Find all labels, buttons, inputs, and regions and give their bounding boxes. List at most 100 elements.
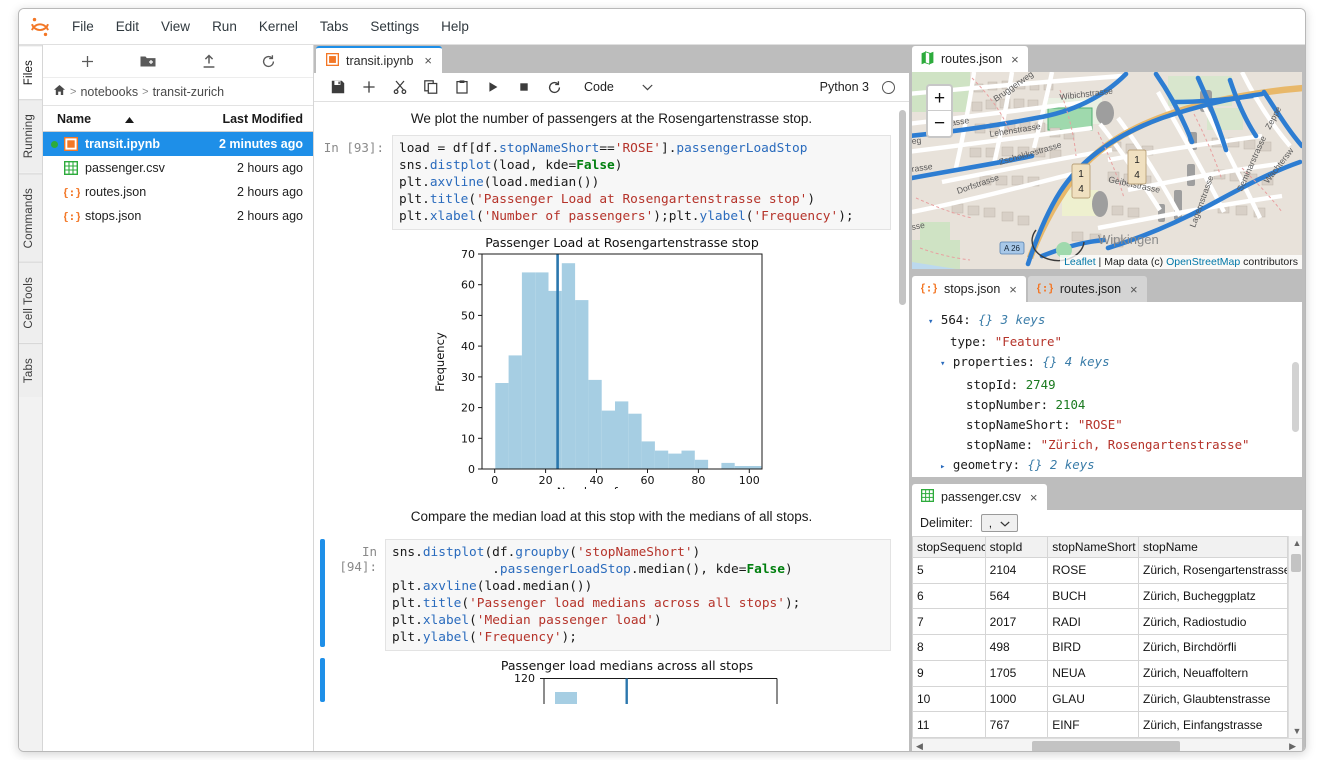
menu-kernel[interactable]: Kernel — [248, 15, 309, 38]
map-attribution: Leaflet | Map data (c) OpenStreetMap con… — [1060, 255, 1302, 269]
file-row-stops-json[interactable]: {:} stops.json 2 hours ago — [43, 204, 313, 228]
notebook-scroll-area[interactable]: We plot the number of passengers at the … — [314, 102, 909, 752]
tab-transit-ipynb[interactable]: transit.ipynb × — [316, 46, 442, 73]
tab-stops-json[interactable]: {:} stops.json × — [912, 276, 1026, 302]
csv-col-stopsequence[interactable]: stopSequence — [913, 537, 986, 558]
sort-ascending-icon[interactable] — [125, 112, 134, 126]
breadcrumb-notebooks[interactable]: notebooks — [80, 85, 138, 99]
breadcrumb[interactable]: > notebooks > transit-zurich — [43, 78, 313, 106]
csv-col-stopid[interactable]: stopId — [985, 537, 1048, 558]
code-cell-94[interactable]: In [94]: sns.distplot(df.groupby('stopNa… — [314, 539, 909, 651]
json-row[interactable]: stopName: "Zürich, Rosengartenstrasse" — [922, 435, 1292, 455]
csv-vertical-scrollbar[interactable]: ▲ ▼ — [1288, 536, 1302, 738]
leaflet-map[interactable]: Wibichstrasse Bruggerweg Lehenstrasse Zs… — [912, 72, 1302, 269]
insert-cell-icon[interactable] — [353, 73, 384, 102]
json-tree-view[interactable]: ▾ 564: {} 3 keys type: "Feature" ▾ prope… — [912, 302, 1302, 477]
close-icon[interactable]: × — [1009, 282, 1017, 297]
expand-arrow-icon[interactable]: ▾ — [928, 317, 933, 327]
delimiter-select[interactable]: , — [981, 514, 1018, 532]
cell-type-select[interactable]: Code — [584, 80, 653, 94]
tab-routes-json[interactable]: {:} routes.json × — [1028, 276, 1147, 302]
osm-link[interactable]: OpenStreetMap — [1166, 256, 1240, 268]
scroll-down-icon[interactable]: ▼ — [1292, 726, 1301, 736]
json-row[interactable]: type: "Feature" — [922, 332, 1292, 352]
save-icon[interactable] — [322, 73, 353, 102]
scroll-right-icon[interactable]: ▶ — [1289, 741, 1296, 752]
sidebar-item-tabs[interactable]: Tabs — [19, 343, 42, 397]
file-row-transit-ipynb[interactable]: transit.ipynb 2 minutes ago — [43, 132, 313, 156]
csv-vscroll-thumb[interactable] — [1291, 554, 1301, 572]
scroll-up-icon[interactable]: ▲ — [1292, 538, 1301, 548]
kernel-name[interactable]: Python 3 — [820, 80, 869, 94]
upload-icon[interactable] — [202, 54, 216, 69]
table-row[interactable]: 7 2017 RADI Zürich, Radiostudio — [913, 609, 1288, 635]
menu-help[interactable]: Help — [430, 15, 480, 38]
code-cell-93[interactable]: In [93]: load = df[df.stopNameShort=='RO… — [314, 135, 909, 230]
close-icon[interactable]: × — [1030, 490, 1038, 505]
json-scrollbar[interactable] — [1292, 362, 1299, 432]
csv-hscroll-thumb[interactable] — [1032, 741, 1180, 752]
home-icon[interactable] — [53, 84, 66, 99]
markdown-cell-2[interactable]: Compare the median load at this stop wit… — [314, 495, 909, 533]
table-row[interactable]: 5 2104 ROSE Zürich, Rosengartenstrasse — [913, 558, 1288, 584]
expand-arrow-icon[interactable]: ▾ — [940, 359, 945, 369]
sidebar-item-running[interactable]: Running — [19, 99, 42, 172]
map-zoom-control[interactable]: + − — [926, 84, 953, 138]
csv-col-stopnameshort[interactable]: stopNameShort — [1048, 537, 1139, 558]
menu-settings[interactable]: Settings — [359, 15, 430, 38]
code-editor[interactable]: load = df[df.stopNameShort=='ROSE'].pass… — [392, 135, 891, 230]
menu-edit[interactable]: Edit — [105, 15, 150, 38]
json-row[interactable]: ▾ 564: {} 3 keys — [922, 310, 1292, 332]
leaflet-link[interactable]: Leaflet — [1064, 256, 1096, 268]
json-value: 2104 — [1056, 397, 1086, 412]
column-header-modified[interactable]: Last Modified — [197, 112, 313, 126]
restart-kernel-icon[interactable] — [539, 73, 570, 102]
close-icon[interactable]: × — [1011, 52, 1019, 67]
cell-stopsequence: 10 — [913, 686, 986, 712]
copy-icon[interactable] — [415, 73, 446, 102]
markdown-cell-1[interactable]: We plot the number of passengers at the … — [314, 102, 909, 135]
chart-2-title: Passenger load medians across all stops — [501, 658, 753, 673]
table-row[interactable]: 10 1000 GLAU Zürich, Glaubtenstrasse — [913, 686, 1288, 712]
csv-horizontal-scrollbar[interactable]: ◀ ▶ — [912, 738, 1302, 752]
table-row[interactable]: 8 498 BIRD Zürich, Birchdörfli — [913, 635, 1288, 661]
scroll-left-icon[interactable]: ◀ — [916, 741, 923, 752]
new-launcher-icon[interactable] — [80, 54, 95, 69]
sidebar-item-commands[interactable]: Commands — [19, 173, 42, 262]
file-row-routes-json[interactable]: {:} routes.json 2 hours ago — [43, 180, 313, 204]
tab-routes-json-map[interactable]: routes.json × — [912, 46, 1028, 72]
code-editor[interactable]: sns.distplot(df.groupby('stopNameShort')… — [385, 539, 891, 651]
menu-tabs[interactable]: Tabs — [309, 15, 360, 38]
menu-view[interactable]: View — [150, 15, 201, 38]
new-folder-icon[interactable] — [140, 54, 156, 68]
run-icon[interactable] — [477, 73, 508, 102]
column-header-name[interactable]: Name — [57, 112, 91, 126]
refresh-icon[interactable] — [261, 54, 276, 69]
breadcrumb-transit-zurich[interactable]: transit-zurich — [153, 85, 225, 99]
close-icon[interactable]: × — [424, 53, 432, 68]
stop-icon[interactable] — [508, 73, 539, 102]
table-row[interactable]: 9 1705 NEUA Zürich, Neuaffoltern — [913, 660, 1288, 686]
zoom-in-button[interactable]: + — [928, 86, 951, 111]
json-row[interactable]: stopId: 2749 — [922, 375, 1292, 395]
table-row[interactable]: 11 767 EINF Zürich, Einfangstrasse — [913, 712, 1288, 738]
cut-icon[interactable] — [384, 73, 415, 102]
close-icon[interactable]: × — [1130, 282, 1138, 297]
paste-icon[interactable] — [446, 73, 477, 102]
svg-text:0: 0 — [491, 474, 498, 487]
json-row[interactable]: stopNameShort: "ROSE" — [922, 415, 1292, 435]
tab-passenger-csv[interactable]: passenger.csv × — [912, 484, 1047, 510]
sidebar-item-cell-tools[interactable]: Cell Tools — [19, 262, 42, 343]
zoom-out-button[interactable]: − — [928, 111, 951, 136]
sidebar-item-files[interactable]: Files — [19, 45, 42, 99]
menu-run[interactable]: Run — [201, 15, 248, 38]
collapse-arrow-icon[interactable]: ▸ — [940, 462, 945, 472]
file-row-passenger-csv[interactable]: passenger.csv 2 hours ago — [43, 156, 313, 180]
csv-col-stopname[interactable]: stopName — [1139, 537, 1288, 558]
json-row[interactable]: ▾ properties: {} 4 keys — [922, 352, 1292, 374]
json-row[interactable]: ▸ geometry: {} 2 keys — [922, 455, 1292, 477]
json-row[interactable]: stopNumber: 2104 — [922, 395, 1292, 415]
menu-file[interactable]: File — [61, 15, 105, 38]
notebook-scrollbar[interactable] — [899, 110, 906, 305]
table-row[interactable]: 6 564 BUCH Zürich, Bucheggplatz — [913, 583, 1288, 609]
